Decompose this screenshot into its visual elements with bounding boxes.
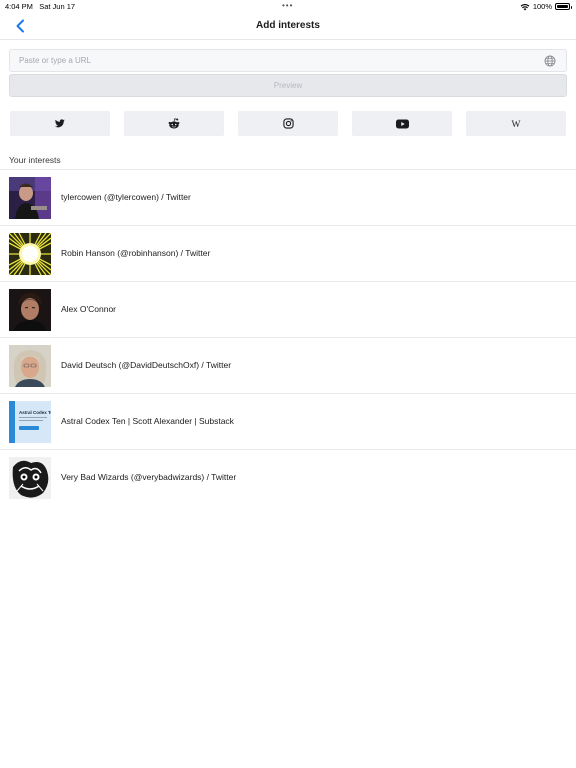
page-title: Add interests	[256, 20, 320, 31]
preview-button[interactable]: Preview	[9, 74, 567, 97]
list-item-title: Alex O'Connor	[61, 304, 117, 314]
source-buttons: W	[10, 111, 566, 136]
reddit-button[interactable]	[124, 111, 224, 136]
svg-text:W: W	[512, 120, 521, 129]
navigation-bar: Add interests	[0, 12, 576, 40]
list-item[interactable]: Astral Codex Te Astral Codex Ten | Scott…	[0, 393, 576, 449]
youtube-icon	[395, 119, 409, 128]
thumbnail-image	[9, 457, 51, 499]
thumbnail-caption: Astral Codex Te	[19, 410, 51, 415]
reddit-icon	[168, 118, 180, 129]
list-item[interactable]: David Deutsch (@DavidDeutschOxf) / Twitt…	[0, 337, 576, 393]
status-date: Sat Jun 17	[39, 2, 76, 11]
multitasking-dots-icon[interactable]: •••	[282, 1, 293, 10]
instagram-button[interactable]	[238, 111, 338, 136]
status-indicators: 100%	[520, 2, 572, 11]
thumbnail-image	[9, 177, 51, 219]
list-item[interactable]: Robin Hanson (@robinhanson) / Twitter	[0, 225, 576, 281]
thumbnail-image	[9, 233, 51, 275]
url-field[interactable]	[9, 49, 567, 72]
instagram-icon	[282, 118, 294, 129]
thumbnail-image	[9, 345, 51, 387]
battery-percent: 100%	[532, 2, 552, 11]
globe-icon[interactable]	[544, 55, 556, 67]
url-input[interactable]	[10, 50, 566, 71]
list-item-title: tylercowen (@tylercowen) / Twitter	[61, 192, 191, 202]
status-clock: 4:04 PM	[5, 2, 33, 11]
thumbnail-image: Astral Codex Te	[9, 401, 51, 443]
list-item-title: Robin Hanson (@robinhanson) / Twitter	[61, 248, 211, 258]
list-item-title: David Deutsch (@DavidDeutschOxf) / Twitt…	[61, 360, 232, 370]
status-time: 4:04 PM Sat Jun 17	[5, 2, 75, 11]
list-item-title: Very Bad Wizards (@verybadwizards) / Twi…	[61, 472, 237, 482]
section-label-your-interests: Your interests	[9, 155, 61, 165]
list-item[interactable]: Very Bad Wizards (@verybadwizards) / Twi…	[0, 449, 576, 505]
youtube-button[interactable]	[352, 111, 452, 136]
wikipedia-icon: W	[512, 120, 521, 129]
wikipedia-button[interactable]: W	[466, 111, 566, 136]
list-item-title: Astral Codex Ten | Scott Alexander | Sub…	[61, 416, 234, 426]
list-item[interactable]: tylercowen (@tylercowen) / Twitter	[0, 169, 576, 225]
interests-list: tylercowen (@tylercowen) / Twitter Robin…	[0, 169, 576, 505]
twitter-icon	[55, 119, 65, 128]
twitter-button[interactable]	[10, 111, 110, 136]
status-bar: 4:04 PM Sat Jun 17 ••• 100%	[0, 0, 576, 12]
thumbnail-image	[9, 289, 51, 331]
battery-icon	[555, 3, 572, 10]
list-item[interactable]: Alex O'Connor	[0, 281, 576, 337]
wifi-icon	[520, 3, 530, 10]
